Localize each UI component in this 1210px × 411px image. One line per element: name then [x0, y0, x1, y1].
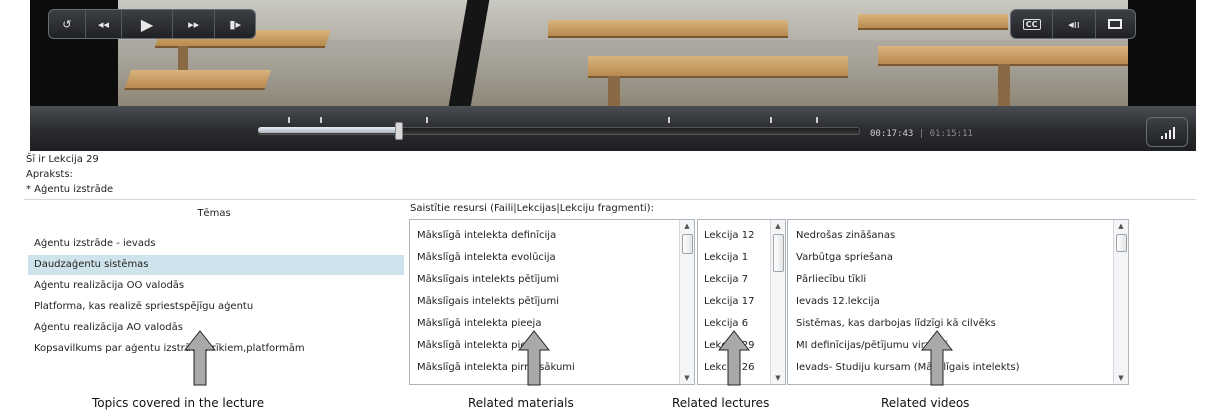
screen-button[interactable]	[1096, 10, 1135, 38]
lecture-item[interactable]: Lekcija 12	[698, 226, 769, 246]
desk	[588, 56, 848, 76]
play-button[interactable]: ▶	[122, 10, 173, 38]
video-scene	[118, 0, 1128, 106]
caption-videos: Related videos	[881, 396, 970, 410]
cc-icon: CC	[1022, 18, 1041, 30]
chapter-marker	[770, 117, 772, 123]
scroll-thumb[interactable]	[682, 234, 693, 254]
timeline-progress	[258, 127, 398, 133]
scroll-down-icon[interactable]: ▼	[1114, 372, 1128, 384]
topic-item[interactable]: Aģentu izstrāde - ievads	[28, 234, 404, 254]
desk-leg	[998, 64, 1010, 106]
topics-header: Tēmas	[197, 208, 231, 219]
topic-item[interactable]: Aģentu realizācija OO valodās	[28, 276, 404, 296]
scroll-down-icon[interactable]: ▼	[771, 372, 785, 384]
fast-forward-button[interactable]: ▸▸	[173, 10, 216, 38]
material-item[interactable]: Mākslīgais intelekts pētījumi	[410, 292, 678, 312]
video-item[interactable]: Ievads 12.lekcija	[788, 292, 1112, 312]
scroll-down-icon[interactable]: ▼	[680, 372, 694, 384]
material-item[interactable]: Mākslīgais intelekts pētījumi	[410, 270, 678, 290]
rewind-button[interactable]: ◂◂	[86, 10, 123, 38]
topic-item[interactable]: Platforma, kas realizē spriestspējīgu aģ…	[28, 297, 404, 317]
materials-scrollbar[interactable]: ▲ ▼	[679, 220, 694, 384]
caption-lectures: Related lectures	[672, 396, 770, 410]
signal-bars-icon	[1161, 127, 1175, 139]
topic-item[interactable]: Aģentu realizācija AO valodās	[28, 318, 404, 338]
material-item[interactable]: Mākslīgā intelekta evolūcija	[410, 248, 678, 268]
scroll-up-icon[interactable]: ▲	[680, 220, 694, 232]
videos-panel: Nedrošas zināšanas Varbūtga spriešana Pārl…	[787, 219, 1129, 385]
current-time: 00:17:43	[870, 129, 914, 139]
arrow-up-icon	[921, 330, 953, 386]
quality-button[interactable]	[1146, 117, 1188, 147]
desk	[858, 14, 1008, 28]
captions-button[interactable]: CC	[1011, 10, 1054, 38]
desk	[125, 70, 271, 88]
playback-controls: ↺ ◂◂ ▶ ▸▸ ▮▸	[48, 9, 256, 39]
timeline-thumb[interactable]	[395, 122, 403, 140]
lecture-item[interactable]: Lekcija 17	[698, 292, 769, 312]
screen-icon	[1108, 19, 1123, 29]
lecture-item[interactable]: Lekcija 7	[698, 270, 769, 290]
total-time: 01:15:11	[929, 129, 973, 139]
step-forward-icon: ▮▸	[229, 17, 241, 31]
resources-header: Saistītie resursi (Faili|Lekcijas|Lekcij…	[410, 203, 654, 214]
topic-item[interactable]: Kopsavilkums par aģentu izstrādes rīkiem…	[28, 339, 404, 359]
material-item[interactable]: Mākslīgā intelekta definīcija	[410, 226, 678, 246]
time-display: 00:17:43 | 01:15:11	[870, 129, 973, 139]
materials-panel: Mākslīgā intelekta definīcija Mākslīgā in…	[409, 219, 695, 385]
fast-forward-icon: ▸▸	[188, 17, 200, 31]
topic-item[interactable]: Daudzaģentu sistēmas	[28, 255, 404, 275]
topics-list: Aģentu izstrāde - ievads Daudzaģentu sist…	[28, 234, 404, 384]
lecture-item[interactable]: Lekcija 1	[698, 248, 769, 268]
volume-icon: ◂ıı	[1068, 17, 1080, 31]
scroll-thumb[interactable]	[773, 234, 784, 272]
view-controls: CC ◂ıı	[1010, 9, 1136, 39]
divider	[24, 199, 1196, 200]
timeline-slider[interactable]	[258, 113, 860, 145]
lectures-scrollbar[interactable]: ▲ ▼	[770, 220, 785, 384]
chapter-marker	[320, 117, 322, 123]
videos-scrollbar[interactable]: ▲ ▼	[1113, 220, 1128, 384]
desk	[878, 46, 1128, 64]
arrow-up-icon	[184, 330, 216, 386]
description-label: Apraksts:	[26, 169, 73, 180]
chapter-marker	[668, 117, 670, 123]
volume-button[interactable]: ◂ıı	[1053, 10, 1096, 38]
desk-leg	[608, 76, 620, 106]
chapter-marker	[426, 117, 428, 123]
rewind-icon: ◂◂	[97, 17, 109, 31]
arrow-up-icon	[518, 330, 550, 386]
time-separator: |	[918, 129, 925, 139]
desk	[548, 20, 788, 36]
arrow-up-icon	[718, 330, 750, 386]
scroll-up-icon[interactable]: ▲	[771, 220, 785, 232]
chapter-marker	[288, 117, 290, 123]
scroll-up-icon[interactable]: ▲	[1114, 220, 1128, 232]
caption-topics: Topics covered in the lecture	[92, 396, 265, 410]
lecture-title: Šī ir Lekcija 29	[26, 154, 99, 165]
description-item: * Aģentu izstrāde	[26, 184, 114, 195]
replay-icon: ↺	[62, 17, 72, 31]
caption-materials: Related materials	[468, 396, 574, 410]
step-forward-button[interactable]: ▮▸	[215, 10, 255, 38]
play-icon: ▶	[140, 14, 154, 34]
video-item[interactable]: Pārliecību tīkli	[788, 270, 1112, 290]
chapter-marker	[816, 117, 818, 123]
scroll-thumb[interactable]	[1116, 234, 1127, 252]
video-item[interactable]: Nedrošas zināšanas	[788, 226, 1112, 246]
replay-button[interactable]: ↺	[49, 10, 86, 38]
video-item[interactable]: Varbūtga spriešana	[788, 248, 1112, 268]
